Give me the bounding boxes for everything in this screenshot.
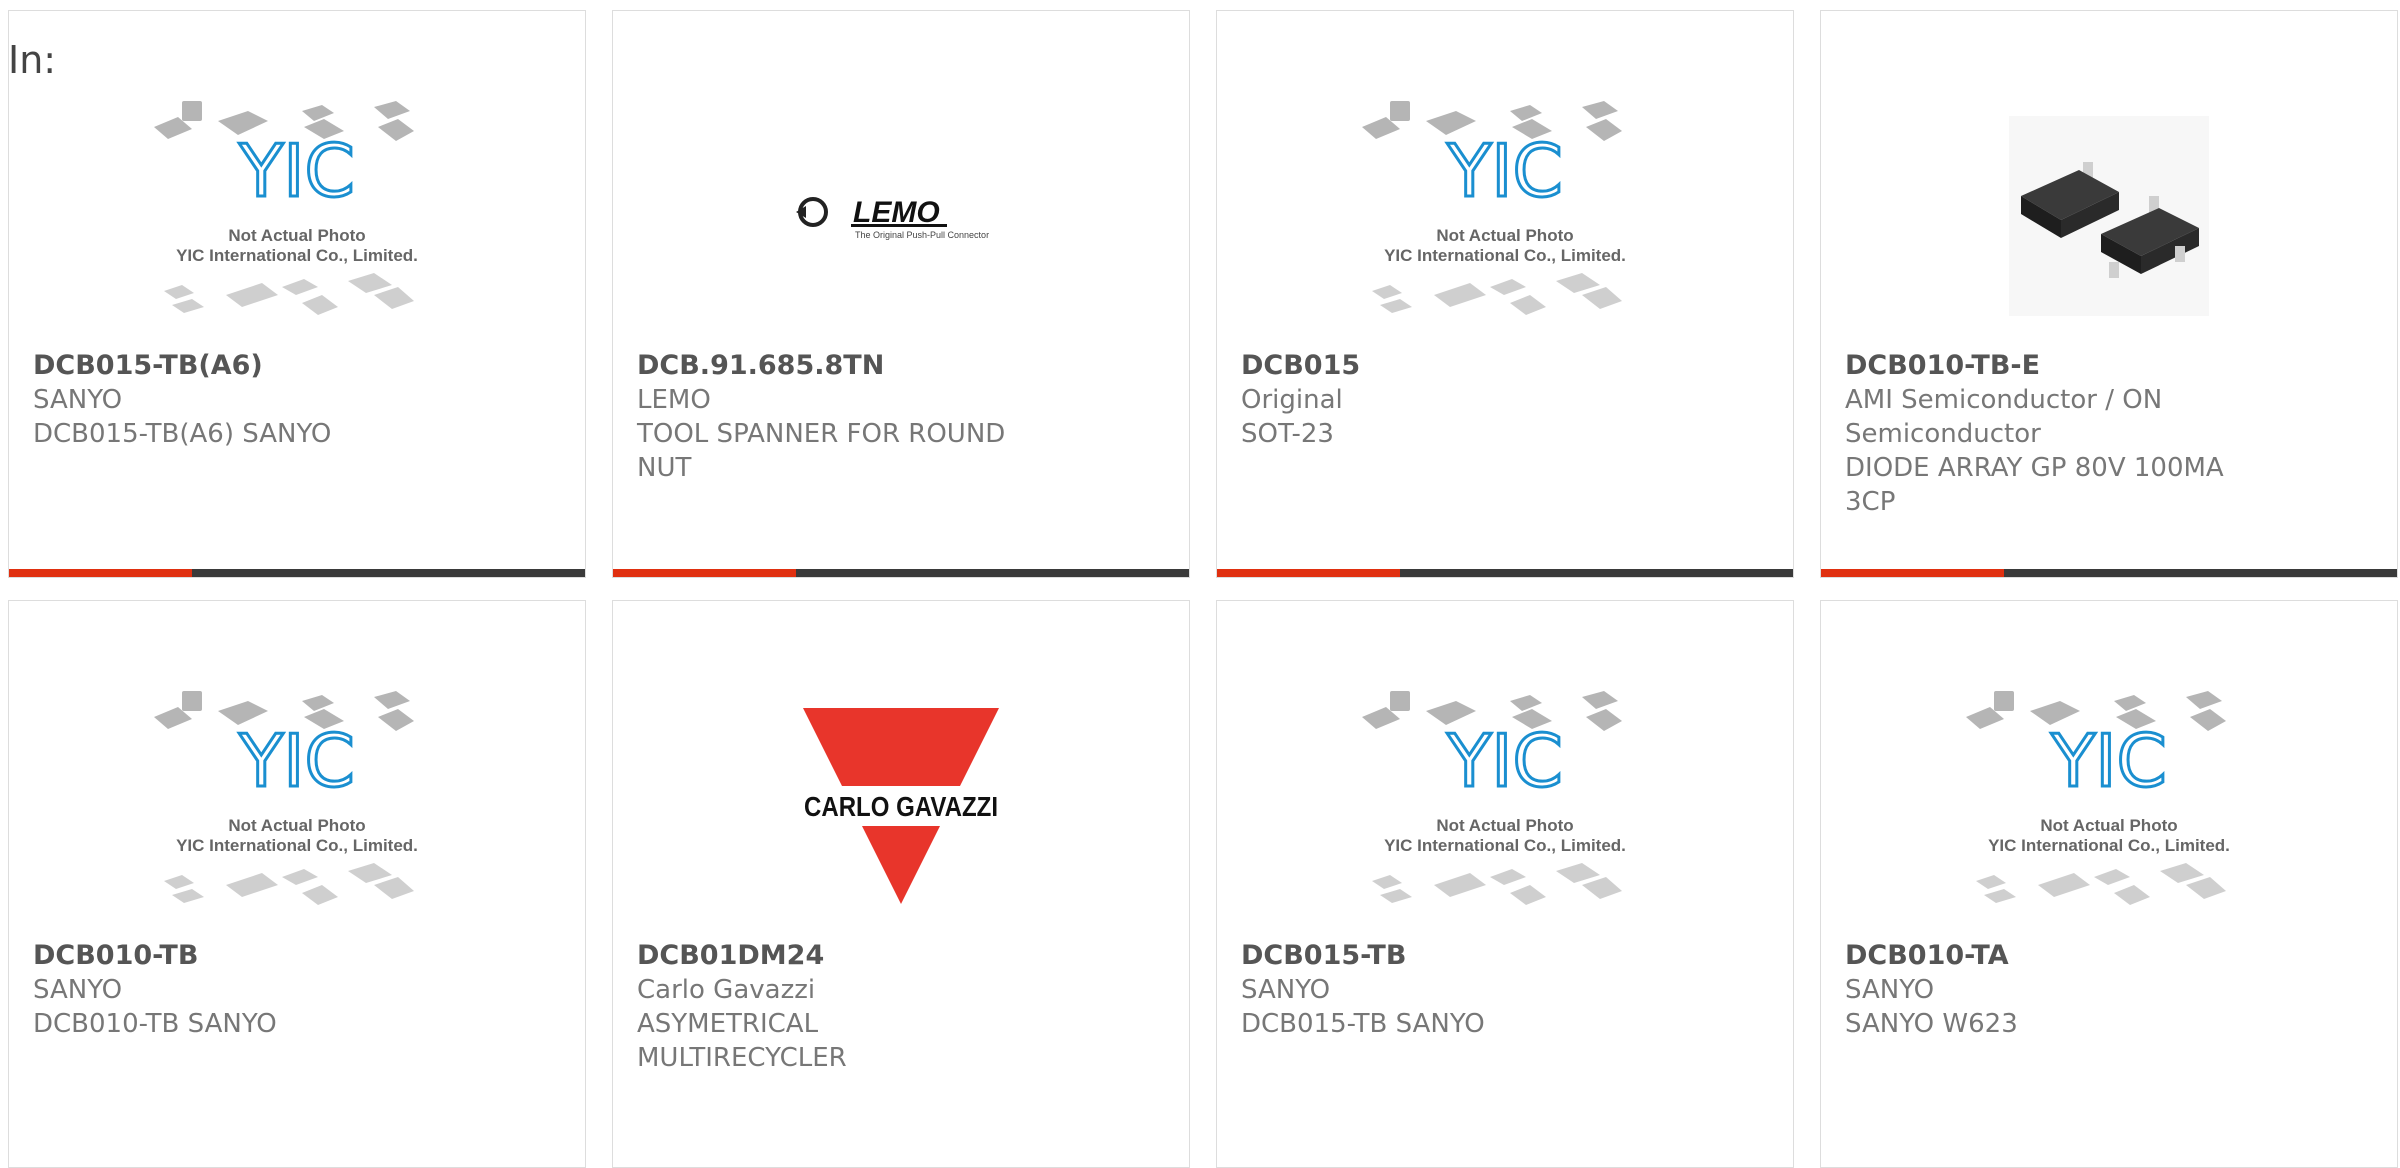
product-image[interactable]: YIC Not Actual Photo YIC International C… bbox=[9, 671, 585, 941]
description: DIODE ARRAY GP 80V 100MA 3CP bbox=[1845, 453, 2224, 517]
svg-text:Not Actual Photo: Not Actual Photo bbox=[1436, 226, 1573, 245]
lemo-logo-image: LEMO The Original Push-Pull Connector bbox=[796, 196, 989, 240]
description: DCB015-TB(A6) SANYO bbox=[33, 419, 332, 449]
product-card[interactable]: YIC Not Actual Photo YIC International C… bbox=[8, 10, 586, 578]
svg-text:Not Actual Photo: Not Actual Photo bbox=[228, 226, 365, 245]
yic-logo-text: YIC bbox=[238, 129, 355, 213]
product-image[interactable]: CARLO GAVAZZI bbox=[613, 671, 1189, 941]
svg-text:Not Actual Photo: Not Actual Photo bbox=[228, 816, 365, 835]
svg-text:YIC International Co., Limited: YIC International Co., Limited. bbox=[176, 246, 418, 265]
product-info: DCB015-TB SANYO DCB015-TB SANYO bbox=[1241, 939, 1769, 1041]
svg-text:YIC International Co., Limited: YIC International Co., Limited. bbox=[1384, 246, 1626, 265]
product-info: DCB015-TB(A6) SANYO DCB015-TB(A6) SANYO bbox=[33, 349, 561, 451]
product-card[interactable]: YIC Not Actual Photo YIC International C… bbox=[1216, 600, 1794, 1168]
product-image[interactable]: YIC Not Actual Photo YIC International C… bbox=[1217, 81, 1793, 351]
description: SANYO W623 bbox=[1845, 1009, 2018, 1039]
product-card[interactable]: YIC Not Actual Photo YIC International C… bbox=[1216, 10, 1794, 578]
card-accent bbox=[9, 569, 192, 577]
manufacturer: SANYO bbox=[33, 975, 123, 1005]
part-number[interactable]: DCB010-TA bbox=[1845, 939, 2373, 973]
description: SOT-23 bbox=[1241, 419, 1334, 449]
product-image[interactable]: YIC Not Actual Photo YIC International C… bbox=[1821, 671, 2397, 941]
part-number[interactable]: DCB015-TB(A6) bbox=[33, 349, 561, 383]
yic-placeholder-image: YIC Not Actual Photo YIC International C… bbox=[154, 101, 418, 315]
sot23-photo-image bbox=[2009, 116, 2209, 316]
yic-placeholder-image: YIC Not Actual Photo YIC International C… bbox=[154, 691, 418, 905]
product-card[interactable]: DCB010-TB-E AMI Semiconductor / ON Semic… bbox=[1820, 10, 2398, 578]
svg-text:Not Actual Photo: Not Actual Photo bbox=[2040, 816, 2177, 835]
product-info: DCB01DM24 Carlo Gavazzi ASYMETRICAL MULT… bbox=[637, 939, 1165, 1075]
card-bottom-bar bbox=[1821, 569, 2397, 577]
product-card[interactable]: CARLO GAVAZZI DCB01DM24 Carlo Gavazzi AS… bbox=[612, 600, 1190, 1168]
product-card[interactable]: YIC Not Actual Photo YIC International C… bbox=[1820, 600, 2398, 1168]
svg-text:YIC International Co., Limited: YIC International Co., Limited. bbox=[1988, 836, 2230, 855]
product-info: DCB015 Original SOT-23 bbox=[1241, 349, 1769, 451]
yic-placeholder-image: YIC Not Actual Photo YIC International C… bbox=[1362, 691, 1626, 905]
product-image[interactable] bbox=[1821, 81, 2397, 351]
product-info: DCB010-TB-E AMI Semiconductor / ON Semic… bbox=[1845, 349, 2373, 519]
part-number[interactable]: DCB010-TB bbox=[33, 939, 561, 973]
yic-logo-text: YIC bbox=[238, 719, 355, 803]
description: ASYMETRICAL MULTIRECYCLER bbox=[637, 1009, 847, 1073]
part-number[interactable]: DCB015 bbox=[1241, 349, 1769, 383]
product-grid: YIC Not Actual Photo YIC International C… bbox=[8, 10, 2398, 1168]
yic-logo-text: YIC bbox=[1446, 719, 1563, 803]
in-label: In: bbox=[8, 38, 57, 82]
manufacturer: SANYO bbox=[1241, 975, 1331, 1005]
manufacturer: SANYO bbox=[33, 385, 123, 415]
svg-text:YIC International Co., Limited: YIC International Co., Limited. bbox=[1384, 836, 1626, 855]
product-info: DCB010-TB SANYO DCB010-TB SANYO bbox=[33, 939, 561, 1041]
manufacturer: LEMO bbox=[637, 385, 711, 415]
description: TOOL SPANNER FOR ROUND NUT bbox=[637, 419, 1006, 483]
svg-text:Not Actual Photo: Not Actual Photo bbox=[1436, 816, 1573, 835]
manufacturer: SANYO bbox=[1845, 975, 1935, 1005]
product-card[interactable]: LEMO The Original Push-Pull Connector DC… bbox=[612, 10, 1190, 578]
card-accent bbox=[1821, 569, 2004, 577]
svg-text:The Original Push-Pull Connect: The Original Push-Pull Connector bbox=[855, 230, 989, 240]
product-card[interactable]: YIC Not Actual Photo YIC International C… bbox=[8, 600, 586, 1168]
product-info: DCB.91.685.8TN LEMO TOOL SPANNER FOR ROU… bbox=[637, 349, 1165, 485]
card-bottom-bar bbox=[613, 569, 1189, 577]
yic-logo-text: YIC bbox=[1446, 129, 1563, 213]
manufacturer: AMI Semiconductor / ON Semiconductor bbox=[1845, 385, 2163, 449]
yic-placeholder-image: YIC Not Actual Photo YIC International C… bbox=[1966, 691, 2230, 905]
card-bottom-bar bbox=[9, 569, 585, 577]
part-number[interactable]: DCB01DM24 bbox=[637, 939, 1165, 973]
svg-text:YIC International Co., Limited: YIC International Co., Limited. bbox=[176, 836, 418, 855]
carlo-gavazzi-logo-image: CARLO GAVAZZI bbox=[801, 708, 1001, 904]
carlo-gavazzi-logo-text: CARLO GAVAZZI bbox=[804, 791, 998, 822]
product-image[interactable]: YIC Not Actual Photo YIC International C… bbox=[9, 81, 585, 351]
manufacturer: Carlo Gavazzi bbox=[637, 975, 816, 1005]
description: DCB010-TB SANYO bbox=[33, 1009, 277, 1039]
part-number[interactable]: DCB.91.685.8TN bbox=[637, 349, 1165, 383]
description: DCB015-TB SANYO bbox=[1241, 1009, 1485, 1039]
part-number[interactable]: DCB015-TB bbox=[1241, 939, 1769, 973]
yic-logo-text: YIC bbox=[2050, 719, 2167, 803]
manufacturer: Original bbox=[1241, 385, 1343, 415]
card-bottom-bar bbox=[1217, 569, 1793, 577]
product-image[interactable]: YIC Not Actual Photo YIC International C… bbox=[1217, 671, 1793, 941]
yic-placeholder-image: YIC Not Actual Photo YIC International C… bbox=[1362, 101, 1626, 315]
card-accent bbox=[1217, 569, 1400, 577]
card-accent bbox=[613, 569, 796, 577]
product-image[interactable]: LEMO The Original Push-Pull Connector bbox=[613, 81, 1189, 351]
part-number[interactable]: DCB010-TB-E bbox=[1845, 349, 2373, 383]
product-info: DCB010-TA SANYO SANYO W623 bbox=[1845, 939, 2373, 1041]
